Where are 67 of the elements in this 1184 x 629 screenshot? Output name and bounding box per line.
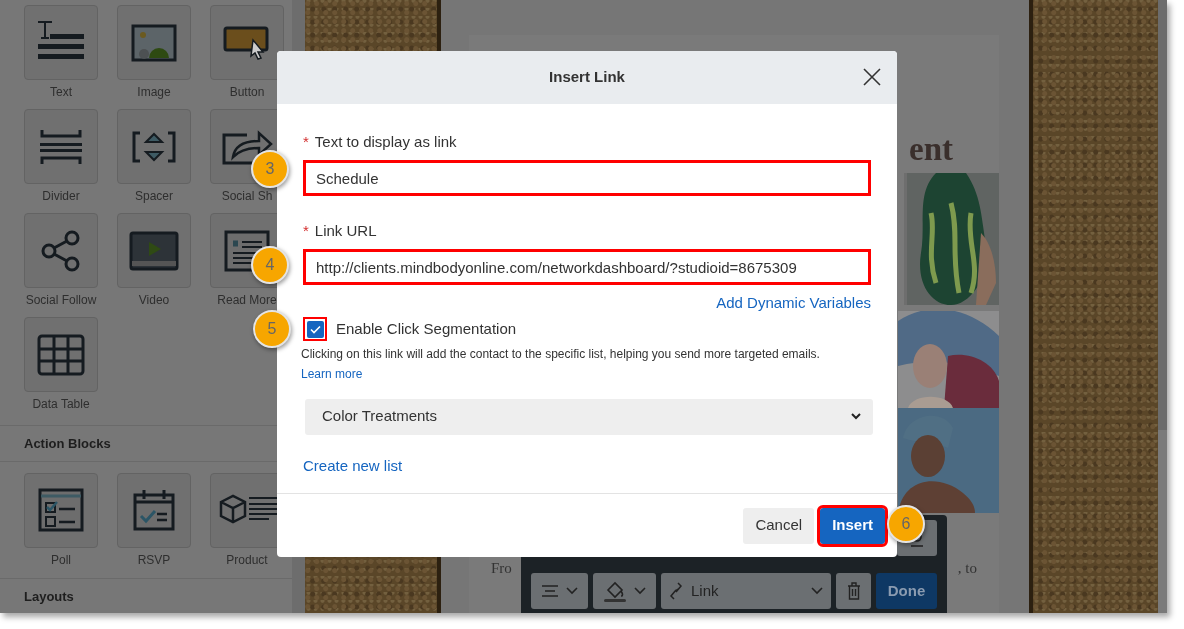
field-label: * Link URL bbox=[303, 222, 378, 240]
block-label: Data Table bbox=[32, 397, 90, 412]
close-button[interactable] bbox=[863, 68, 881, 86]
content-block-tile[interactable] bbox=[117, 5, 191, 80]
divider-icon bbox=[38, 127, 84, 166]
paint-bucket-icon bbox=[603, 580, 626, 602]
block-label: RSVP bbox=[137, 552, 171, 568]
step-marker: 5 bbox=[253, 310, 291, 348]
checkbox[interactable] bbox=[303, 317, 327, 341]
step-marker: 6 bbox=[887, 504, 925, 543]
content-block-tile[interactable] bbox=[24, 213, 98, 288]
body-text: Fro bbox=[491, 559, 512, 578]
content-block-tile[interactable] bbox=[24, 472, 98, 548]
checklist-icon bbox=[38, 488, 84, 532]
content-block-tile[interactable] bbox=[117, 472, 191, 548]
fill-color-dropdown[interactable] bbox=[593, 573, 656, 609]
caret-icon bbox=[811, 587, 823, 595]
learn-more-link[interactable]: Learn more bbox=[301, 366, 363, 382]
content-block-tile[interactable] bbox=[24, 109, 98, 184]
close-icon bbox=[863, 68, 881, 86]
step-marker: 3 bbox=[251, 150, 289, 188]
content-block-tile[interactable] bbox=[117, 109, 191, 184]
block-label: Divider bbox=[42, 189, 80, 204]
block-label: Button bbox=[229, 85, 265, 100]
link-icon bbox=[669, 581, 683, 601]
text-field[interactable]: Schedule bbox=[303, 160, 871, 196]
dynamic-variables-link[interactable]: Add Dynamic Variables bbox=[716, 294, 871, 311]
video-icon bbox=[129, 230, 179, 271]
checkbox-label: Enable Click Segmentation bbox=[336, 318, 517, 339]
content-block-tile[interactable] bbox=[24, 5, 98, 80]
block-label: Social Sh bbox=[221, 189, 273, 204]
email-heading: ent bbox=[909, 130, 953, 169]
body-text: , to bbox=[957, 559, 977, 578]
share-nodes-icon bbox=[40, 229, 82, 272]
trash-icon bbox=[846, 582, 861, 600]
link-dropdown[interactable]: Link bbox=[661, 573, 831, 609]
dialog-title: Insert Link bbox=[549, 67, 625, 88]
description-text: Clicking on this link will add the contact to the specific list, helping you send more targeted emails. bbox=[301, 346, 821, 362]
image-icon bbox=[131, 23, 177, 62]
delete-button[interactable] bbox=[836, 573, 871, 609]
button-block-icon bbox=[223, 25, 271, 60]
content-block-tile[interactable] bbox=[210, 5, 284, 80]
calendar-check-icon bbox=[133, 489, 175, 531]
block-label: Spacer bbox=[135, 189, 173, 204]
create-list-link[interactable]: Create new list bbox=[303, 454, 403, 477]
content-block-tile[interactable] bbox=[24, 317, 98, 392]
text-field[interactable]: http://clients.mindbodyonline.com/networkdashboard/?studioid=8675309 bbox=[303, 249, 871, 285]
checkmark-icon bbox=[309, 324, 321, 334]
table-icon bbox=[37, 333, 85, 376]
block-label: Poll bbox=[51, 552, 71, 568]
step-marker: 4 bbox=[251, 246, 289, 284]
content-block-tile[interactable] bbox=[117, 213, 191, 288]
block-label: Read More bbox=[217, 293, 277, 308]
block-label: Video bbox=[138, 293, 170, 308]
align-dropdown[interactable] bbox=[531, 573, 588, 609]
block-label: Product bbox=[226, 552, 268, 568]
caret-icon bbox=[851, 413, 861, 420]
done-button[interactable]: Done bbox=[876, 573, 937, 609]
list-dropdown[interactable]: Color Treatments bbox=[305, 398, 873, 435]
block-label: Social Follow bbox=[25, 293, 97, 308]
align-center-icon bbox=[541, 585, 558, 597]
block-label: Image bbox=[137, 85, 171, 100]
block-label: Text bbox=[50, 85, 72, 100]
field-label: * Text to display as link bbox=[303, 133, 458, 151]
caret-icon bbox=[633, 587, 646, 595]
cancel-button[interactable]: Cancel bbox=[743, 507, 815, 544]
caret-icon bbox=[565, 587, 578, 595]
